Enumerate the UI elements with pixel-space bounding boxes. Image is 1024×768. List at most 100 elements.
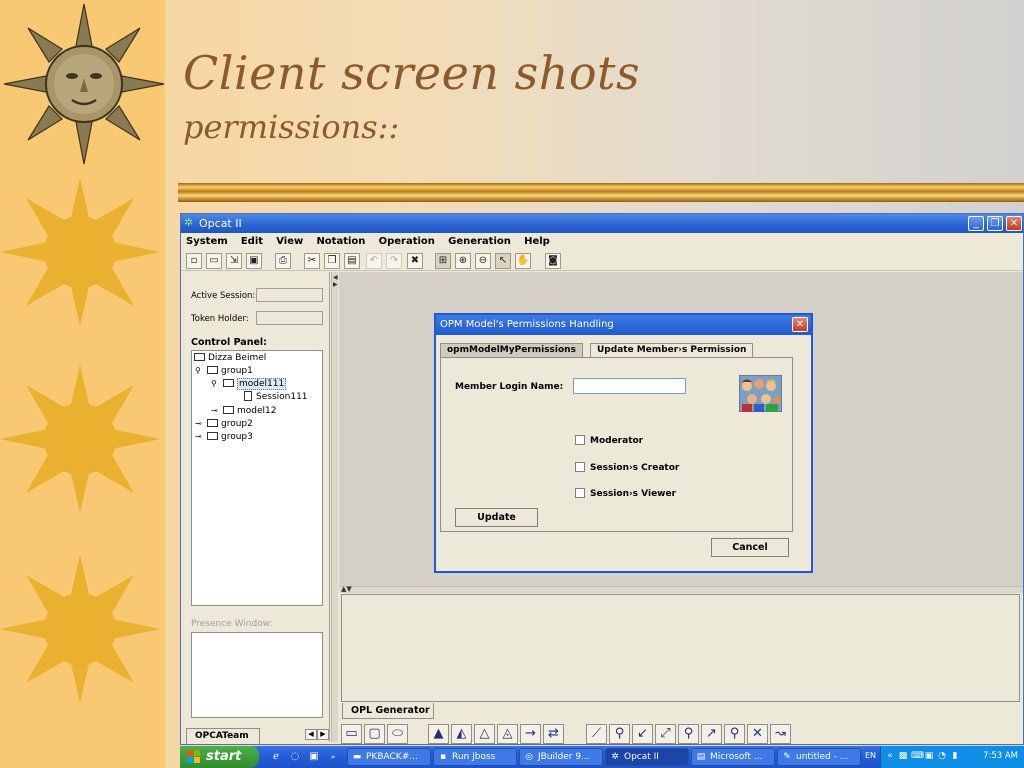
dotted-triangle-icon[interactable]: ◬: [497, 724, 518, 744]
result-link-icon[interactable]: ⚲: [678, 724, 699, 744]
tree-node-group1[interactable]: ⚲ group1: [195, 365, 253, 377]
tab-opcateam[interactable]: OPCATeam: [186, 728, 260, 744]
collapsed-toggle-icon[interactable]: ⊸: [211, 405, 221, 417]
update-button[interactable]: Update: [455, 508, 538, 527]
menu-edit[interactable]: Edit: [236, 234, 268, 249]
quicklaunch-desktop-icon[interactable]: ▣: [307, 750, 321, 764]
effect-link-icon[interactable]: ↙: [632, 724, 653, 744]
language-indicator[interactable]: EN: [865, 751, 876, 760]
tray-signal-icon[interactable]: ▮: [950, 751, 960, 762]
cancel-button[interactable]: Cancel: [711, 538, 789, 557]
agent-link-icon[interactable]: ⟋: [586, 724, 607, 744]
horizontal-splitter[interactable]: ▲▼: [339, 585, 1023, 593]
export-icon[interactable]: ⇲: [226, 253, 242, 269]
instrument-link-icon[interactable]: ⚲: [609, 724, 630, 744]
checkbox-box[interactable]: [575, 488, 585, 498]
double-arrow-icon[interactable]: ⇄: [543, 724, 564, 744]
task-pkback[interactable]: ▬ PKBACK#...: [347, 748, 431, 766]
task-opcat[interactable]: ✲ Opcat II: [605, 748, 689, 766]
window-titlebar[interactable]: ✲ Opcat II _ ❐ ✕: [181, 214, 1023, 233]
fit-icon[interactable]: ⊞: [435, 253, 451, 269]
tree-node-model12[interactable]: ⊸ model12: [211, 405, 276, 417]
expanded-toggle-icon[interactable]: ⚲: [195, 365, 205, 377]
tray-keyboard-icon[interactable]: ⌨: [911, 751, 924, 762]
expanded-toggle-icon[interactable]: ⚲: [211, 378, 221, 390]
session-creator-checkbox[interactable]: Session›s Creator: [575, 462, 679, 473]
menu-notation[interactable]: Notation: [311, 234, 370, 249]
splitter-arrows-icon[interactable]: ◀ ▶: [333, 274, 338, 288]
camera-icon[interactable]: ◙: [545, 253, 561, 269]
delete-icon[interactable]: ✖: [407, 253, 423, 269]
menu-system[interactable]: System: [181, 234, 233, 249]
jbuilder-icon: ◎: [525, 752, 533, 762]
opl-text-area[interactable]: [341, 594, 1020, 702]
zoom-in-icon[interactable]: ⊕: [455, 253, 471, 269]
rectangle-icon[interactable]: ▭: [341, 724, 362, 744]
tray-arrow-icon[interactable]: «: [885, 751, 895, 762]
task-jbuilder[interactable]: ◎ JBuilder 9...: [519, 748, 603, 766]
moderator-checkbox[interactable]: Moderator: [575, 435, 643, 446]
outline-triangle-icon[interactable]: △: [474, 724, 495, 744]
paste-icon[interactable]: ▤: [344, 253, 360, 269]
restore-button[interactable]: ❐: [987, 216, 1003, 231]
link-icon[interactable]: ↝: [770, 724, 791, 744]
start-button[interactable]: start: [180, 746, 259, 768]
minimize-button[interactable]: _: [968, 216, 984, 231]
checkbox-box[interactable]: [575, 462, 585, 472]
copy-icon[interactable]: ❐: [324, 253, 340, 269]
menu-help[interactable]: Help: [519, 234, 555, 249]
tree-node-group2[interactable]: ⊸ group2: [195, 418, 253, 430]
tab-scroll-right-icon[interactable]: ▶: [317, 729, 329, 740]
tree-node-session111[interactable]: Session111: [244, 391, 308, 403]
tab-scroll-left-icon[interactable]: ◀: [305, 729, 317, 740]
task-untitled[interactable]: ✎ untitled - ...: [777, 748, 861, 766]
triangle-in-triangle-icon[interactable]: ◭: [451, 724, 472, 744]
cut-icon[interactable]: ✂: [304, 253, 320, 269]
pointer-icon[interactable]: ↖: [495, 253, 511, 269]
rounded-rect-icon[interactable]: ▢: [364, 724, 385, 744]
vertical-splitter[interactable]: ◀ ▶: [331, 272, 338, 742]
undo-icon[interactable]: ↶: [366, 253, 382, 269]
quicklaunch-more-icon[interactable]: »: [326, 750, 340, 764]
zoom-out-icon[interactable]: ⊖: [475, 253, 491, 269]
menu-view[interactable]: View: [271, 234, 308, 249]
filled-triangle-icon[interactable]: ▲: [428, 724, 449, 744]
dialog-titlebar[interactable]: OPM Model's Permissions Handling ✕: [436, 315, 811, 335]
new-file-icon[interactable]: ▫: [186, 253, 202, 269]
tree-node-root[interactable]: Dizza Beimel: [194, 352, 266, 364]
quicklaunch-outlook-icon[interactable]: ◌: [288, 750, 302, 764]
tray-monitor-icon[interactable]: ▣: [924, 751, 934, 762]
quicklaunch-ie-icon[interactable]: ℯ: [269, 750, 283, 764]
invocation-link-icon[interactable]: ✕: [747, 724, 768, 744]
task-microsoft[interactable]: ▤ Microsoft ...: [691, 748, 775, 766]
tab-my-permissions[interactable]: opmModelMyPermissions: [440, 343, 583, 357]
open-folder-icon[interactable]: ▭: [206, 253, 222, 269]
tree-node-group3[interactable]: ⊸ group3: [195, 431, 253, 443]
tray-volume-icon[interactable]: ◔: [937, 751, 947, 762]
arrow-right-icon[interactable]: →: [520, 724, 541, 744]
print-icon[interactable]: ⎙: [275, 253, 291, 269]
menu-generation[interactable]: Generation: [443, 234, 516, 249]
checkbox-box[interactable]: [575, 435, 585, 445]
menu-operation[interactable]: Operation: [374, 234, 440, 249]
tree-node-model111[interactable]: ⚲ model111: [211, 378, 287, 390]
ellipse-icon[interactable]: ⬭: [387, 724, 408, 744]
session-viewer-checkbox[interactable]: Session›s Viewer: [575, 488, 676, 499]
dialog-close-button[interactable]: ✕: [792, 317, 808, 332]
clock[interactable]: 7:53 AM: [983, 751, 1018, 761]
member-login-input[interactable]: [573, 378, 686, 394]
close-button[interactable]: ✕: [1006, 216, 1022, 231]
consumption-link-icon[interactable]: ⤢: [655, 724, 676, 744]
task-run-jboss[interactable]: ▪ Run Jboss: [433, 748, 517, 766]
save-icon[interactable]: ▣: [246, 253, 262, 269]
hand-icon[interactable]: ✋: [515, 253, 531, 269]
tray-network-icon[interactable]: ▩: [898, 751, 908, 762]
tab-update-member-permission[interactable]: Update Member›s Permission: [590, 343, 754, 357]
collapsed-toggle-icon[interactable]: ⊸: [195, 418, 205, 430]
splitter-arrows-icon[interactable]: ▲▼: [341, 585, 352, 593]
exception-link-icon[interactable]: ⚲: [724, 724, 745, 744]
event-link-icon[interactable]: ↗: [701, 724, 722, 744]
tab-opl-generator[interactable]: OPL Generator: [342, 703, 434, 719]
collapsed-toggle-icon[interactable]: ⊸: [195, 431, 205, 443]
redo-icon[interactable]: ↷: [386, 253, 402, 269]
